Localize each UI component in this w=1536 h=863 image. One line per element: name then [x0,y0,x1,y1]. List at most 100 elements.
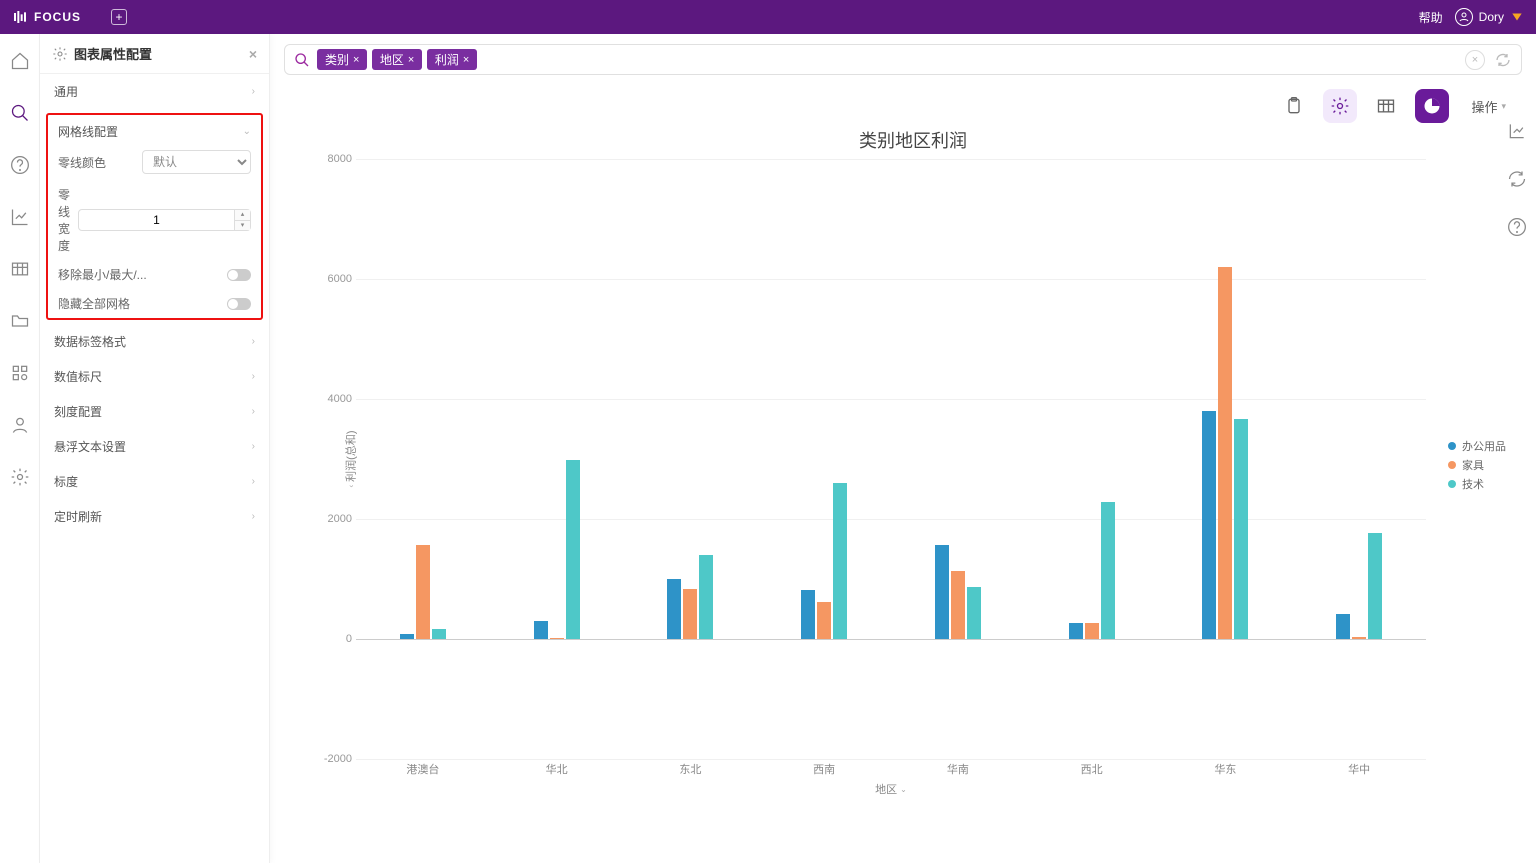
chevron-right-icon: › [252,441,255,452]
chart-bar[interactable] [416,545,430,639]
chart-bar[interactable] [935,545,949,639]
chart-bar[interactable] [534,621,548,639]
y-tick: -2000 [318,753,352,765]
chart-bar[interactable] [400,634,414,639]
x-category-label: 港澳台 [406,761,439,777]
stepper-up[interactable]: ▴ [235,210,250,221]
section-valuescale[interactable]: 数值标尺› [40,359,269,394]
chevron-right-icon: › [252,371,255,382]
gridline [356,639,1426,640]
user-menu[interactable]: Dory [1455,8,1524,26]
chart-bar[interactable] [432,629,446,639]
x-category-label: 华中 [1348,761,1370,777]
section-tick[interactable]: 刻度配置› [40,394,269,429]
rail-settings-icon[interactable] [9,466,31,488]
rail-folder-icon[interactable] [9,310,31,332]
y-axis-label[interactable]: ‹ 利润(总和) [343,431,359,488]
float-refresh-icon[interactable] [1506,168,1528,190]
chart-bar[interactable] [967,587,981,639]
prop-remove-minmax: 移除最小/最大/... [48,260,261,289]
refresh-search-icon[interactable] [1493,50,1513,70]
chart-bar[interactable] [1218,267,1232,639]
chart-bar[interactable] [1101,502,1115,639]
hide-all-grid-toggle[interactable] [227,298,251,310]
chart-toolbar: 操作 ▾ [270,85,1536,127]
chart-bar[interactable] [951,571,965,639]
prop-zero-width: 零线宽度 ▴ ▾ [48,180,261,260]
rail-help-icon[interactable] [9,154,31,176]
section-gridline[interactable]: 网格线配置 ⌄ [48,115,261,144]
chevron-left-icon: ‹ [346,485,355,488]
legend-item[interactable]: 办公用品 [1448,438,1506,454]
nav-rail [0,34,40,863]
clear-search-icon[interactable]: × [1465,50,1485,70]
search-tag[interactable]: 地区 × [372,49,422,70]
section-gridline-highlighted: 网格线配置 ⌄ 零线颜色 默认 零线宽度 ▴ ▾ [46,113,263,320]
chevron-down-icon: ⌄ [243,126,251,137]
prop-zero-color: 零线颜色 默认 [48,144,261,180]
y-tick: 4000 [318,393,352,405]
chart-bar[interactable] [550,638,564,639]
sidebar-title: 图表属性配置 [74,44,152,63]
y-tick: 2000 [318,513,352,525]
toolbar-clipboard-icon[interactable] [1277,89,1311,123]
chart-bar[interactable] [817,602,831,639]
tag-remove-icon[interactable]: × [408,54,414,66]
section-hover[interactable]: 悬浮文本设置› [40,429,269,464]
tag-remove-icon[interactable]: × [463,54,469,66]
section-refresh[interactable]: 定时刷新› [40,499,269,534]
remove-minmax-toggle[interactable] [227,269,251,281]
chevron-right-icon: › [252,476,255,487]
chart-title: 类别地区利润 [310,127,1516,153]
rail-search-icon[interactable] [9,102,31,124]
chart-bar[interactable] [1234,419,1248,639]
zero-color-select[interactable]: 默认 [142,150,251,174]
section-dimension[interactable]: 标度› [40,464,269,499]
toolbar-chart-type-icon[interactable] [1415,89,1449,123]
tag-remove-icon[interactable]: × [353,54,359,66]
section-datalabel[interactable]: 数据标签格式› [40,324,269,359]
section-general[interactable]: 通用 › [40,74,269,109]
float-axis-icon[interactable] [1506,120,1528,142]
toolbar-settings-icon[interactable] [1323,89,1357,123]
rail-home-icon[interactable] [9,50,31,72]
chart-bar[interactable] [801,590,815,639]
rail-table-icon[interactable] [9,258,31,280]
search-tag[interactable]: 类别 × [317,49,367,70]
rail-chart-icon[interactable] [9,206,31,228]
chart-bar[interactable] [667,579,681,639]
chart-bar[interactable] [1352,637,1366,639]
search-box[interactable]: 类别 × 地区 × 利润 × × [284,44,1522,75]
chart-bar[interactable] [1069,623,1083,639]
float-help-icon[interactable] [1506,216,1528,238]
username: Dory [1479,10,1504,24]
chart-bar[interactable] [1202,411,1216,639]
chart-bar[interactable] [683,589,697,639]
rail-user-icon[interactable] [9,414,31,436]
help-link[interactable]: 帮助 [1419,9,1443,26]
y-tick: 8000 [318,153,352,165]
chart-bar[interactable] [566,460,580,639]
legend-dot-icon [1448,461,1456,469]
chart-bar[interactable] [1085,623,1099,639]
x-axis-label[interactable]: 地区 ⌄ [875,781,907,797]
chart-bar[interactable] [833,483,847,639]
sidebar-header: 图表属性配置 × [40,34,269,74]
chart-bar[interactable] [699,555,713,639]
add-button[interactable]: + [111,9,127,25]
stepper-down[interactable]: ▾ [235,221,250,231]
chart-bar[interactable] [1336,614,1350,639]
close-icon[interactable]: × [249,46,257,62]
gridline [356,759,1426,760]
chevron-down-icon: ⌄ [900,785,907,794]
chart-bar[interactable] [1368,533,1382,639]
rail-apps-icon[interactable] [9,362,31,384]
operate-dropdown[interactable]: 操作 ▾ [1461,91,1516,122]
search-tag[interactable]: 利润 × [427,49,477,70]
legend-item[interactable]: 技术 [1448,476,1506,492]
avatar-icon [1455,8,1473,26]
toolbar-table-icon[interactable] [1369,89,1403,123]
zero-width-input[interactable] [78,209,235,231]
search-icon [293,51,311,69]
legend-item[interactable]: 家具 [1448,457,1506,473]
